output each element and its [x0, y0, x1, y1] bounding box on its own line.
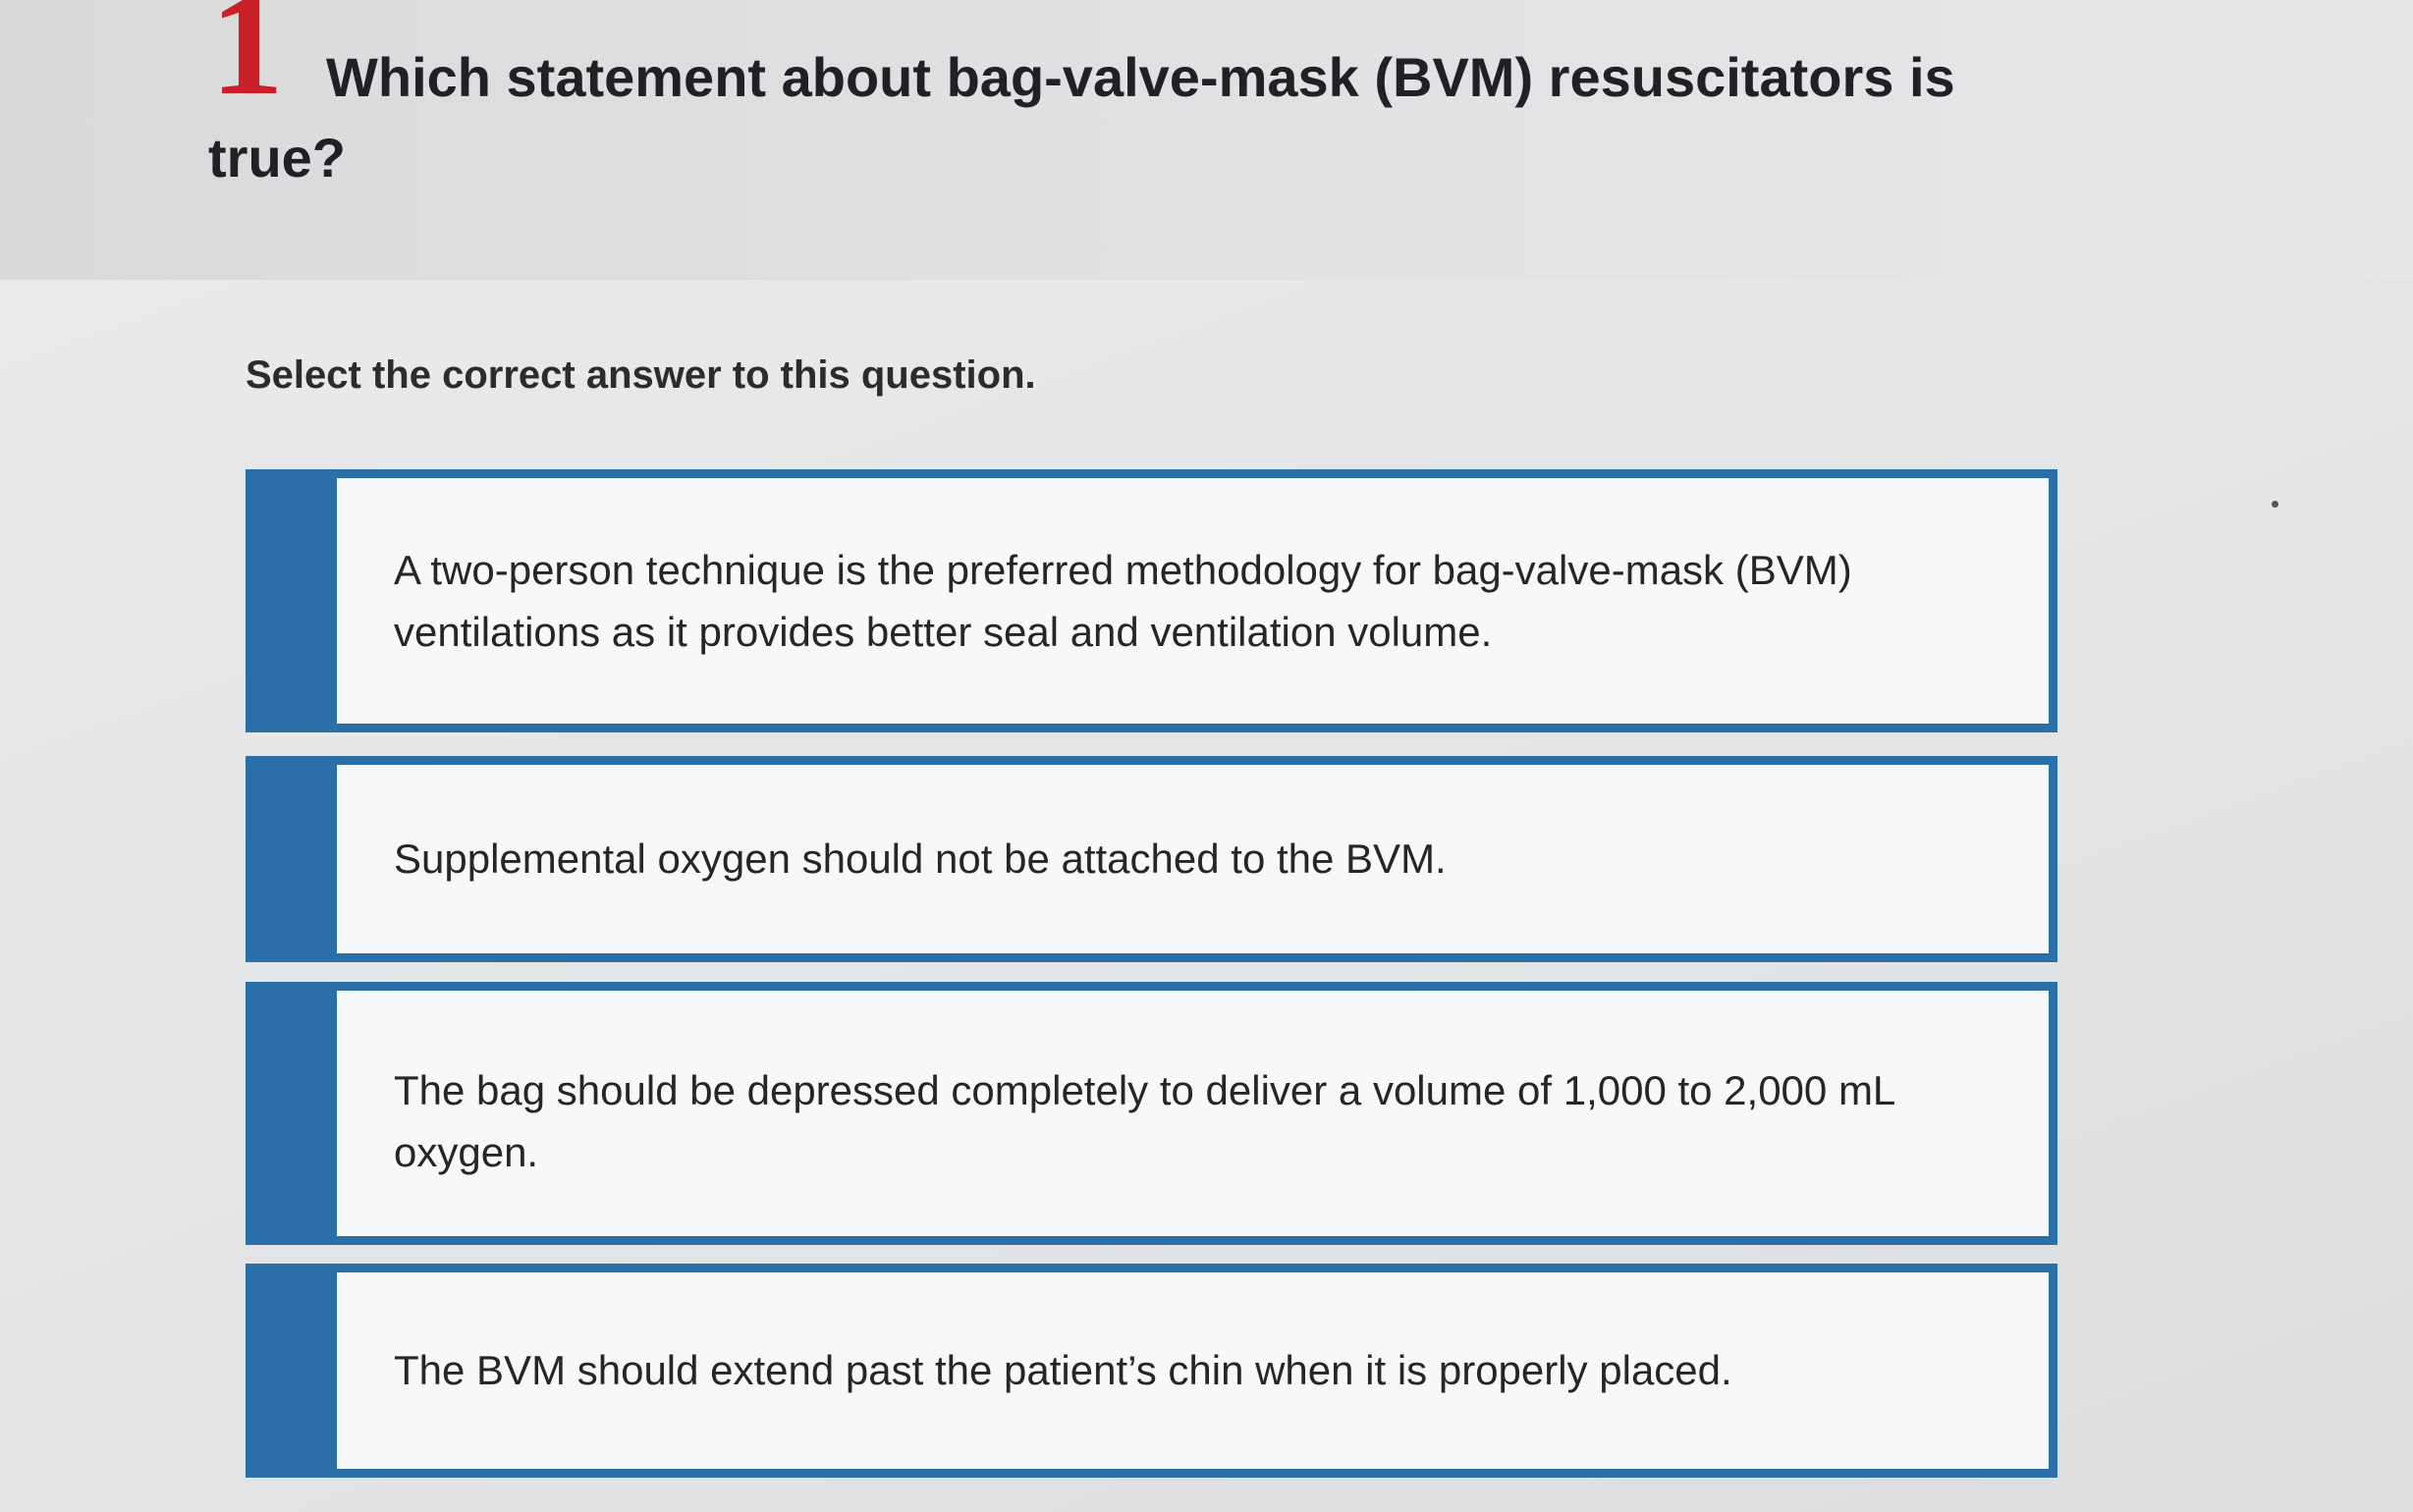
- option-selector-bar[interactable]: [254, 1272, 337, 1469]
- answer-option-text: The BVM should extend past the patient’s…: [394, 1347, 1732, 1393]
- question-text: Which statement about bag-valve-mask (BV…: [208, 46, 1955, 189]
- answer-option-text: The bag should be depressed completely t…: [394, 1067, 1894, 1175]
- answer-option-text: A two-person technique is the preferred …: [394, 547, 1852, 655]
- option-selector-bar[interactable]: [254, 765, 337, 953]
- instruction-text: Select the correct answer to this questi…: [246, 353, 1036, 397]
- screen-speck: [2272, 501, 2278, 508]
- option-selector-bar[interactable]: [254, 478, 337, 724]
- answer-option-3[interactable]: The bag should be depressed completely t…: [246, 982, 2057, 1245]
- answer-option-2[interactable]: Supplemental oxygen should not be attach…: [246, 756, 2057, 962]
- answer-option-1[interactable]: A two-person technique is the preferred …: [246, 469, 2057, 732]
- answer-option-4[interactable]: The BVM should extend past the patient’s…: [246, 1264, 2057, 1478]
- answer-option-text: Supplemental oxygen should not be attach…: [394, 836, 1447, 882]
- question-header: 1 Which statement about bag-valve-mask (…: [0, 0, 2413, 280]
- option-selector-bar[interactable]: [254, 991, 337, 1236]
